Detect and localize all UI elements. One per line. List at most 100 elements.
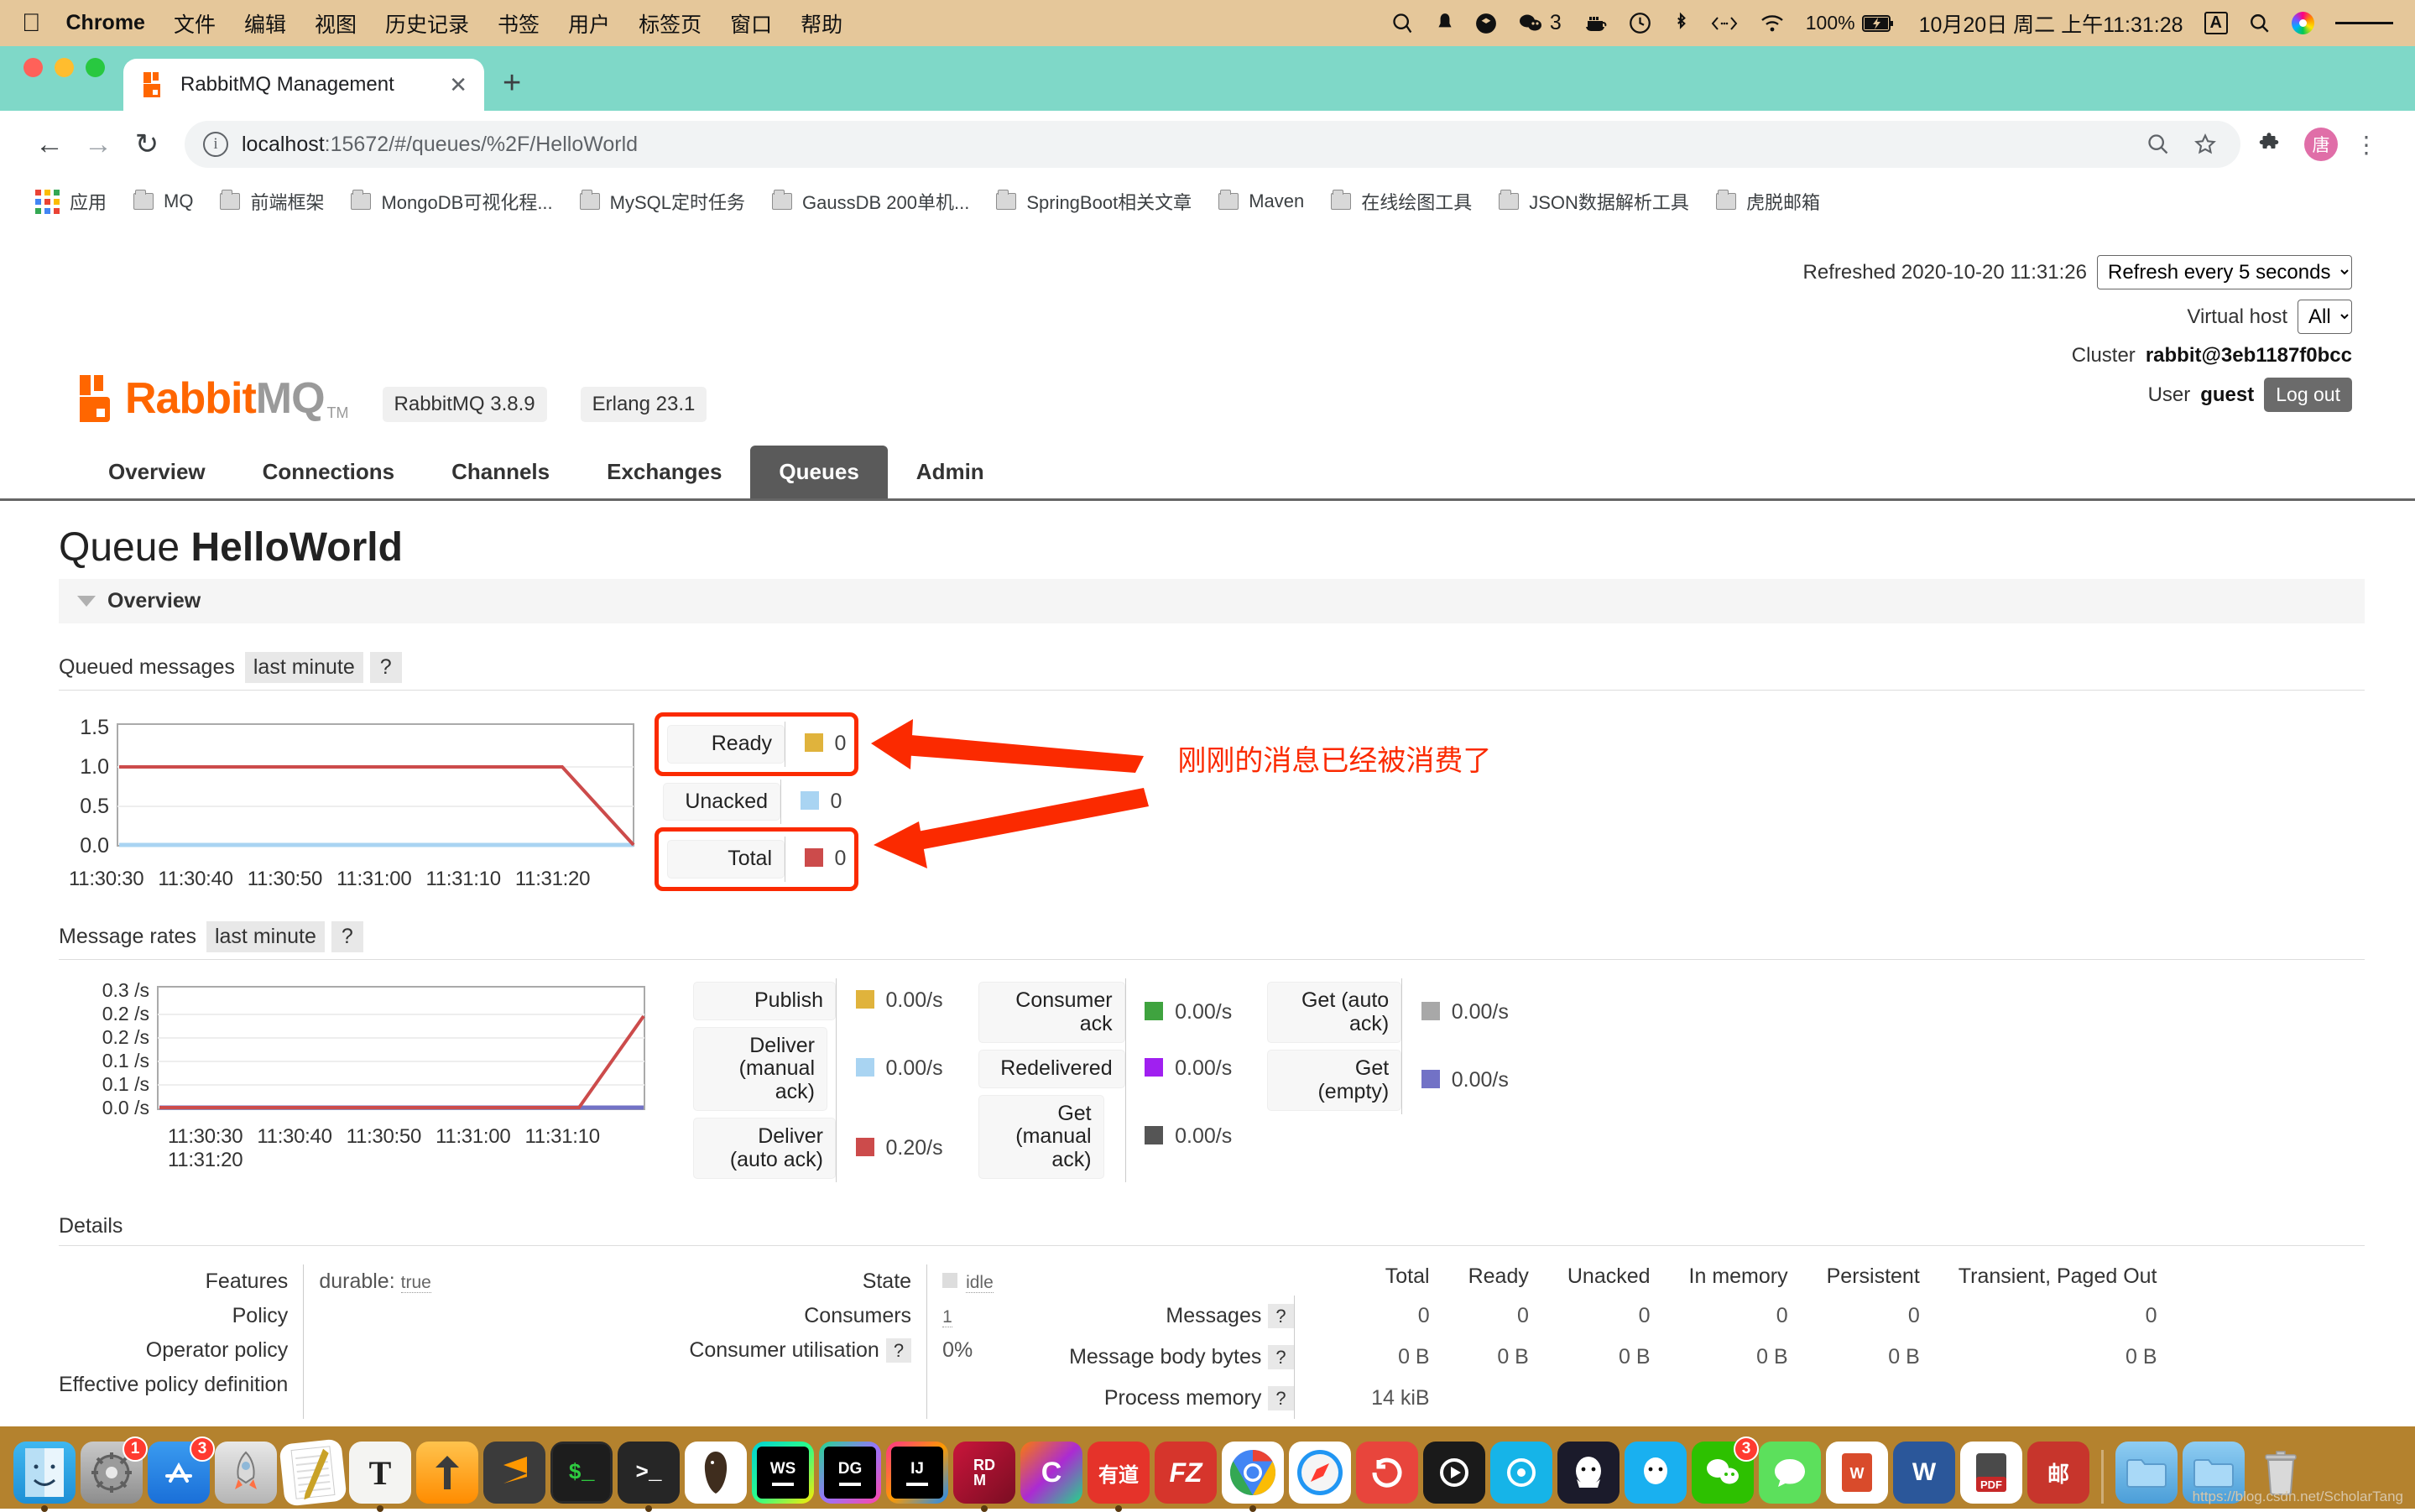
tab-exchanges[interactable]: Exchanges: [578, 446, 750, 498]
avatar[interactable]: 唐: [2304, 128, 2338, 161]
close-icon[interactable]: ✕: [449, 72, 467, 98]
menubar-clock[interactable]: 10月20日 周二 上午11:31:28: [1919, 8, 2183, 39]
rates-period-chip[interactable]: last minute: [206, 921, 325, 952]
legend-row-consumer-ack[interactable]: Consumer ack 0.00/s: [978, 978, 1233, 1046]
messages-help-icon[interactable]: ?: [1268, 1304, 1293, 1328]
menu-item-help[interactable]: 帮助: [801, 8, 842, 39]
process-memory-help-icon[interactable]: ?: [1268, 1386, 1293, 1410]
dock-app-launchpad[interactable]: [215, 1442, 277, 1504]
dock-app-webstorm[interactable]: WS: [752, 1442, 814, 1504]
bookmark-mongodb[interactable]: MongoDB可视化程...: [337, 188, 566, 215]
dock-app-tim[interactable]: [1557, 1442, 1620, 1504]
legend-name-unacked[interactable]: Unacked: [663, 783, 780, 821]
dock-app-dbeaver[interactable]: [685, 1442, 747, 1504]
arrow-right-icon[interactable]: →: [74, 120, 123, 169]
legend-row-total[interactable]: Total 0: [667, 837, 846, 882]
legend-row-get-manual[interactable]: Get (manual ack) 0.00/s: [978, 1092, 1233, 1183]
dock-app-iterm[interactable]: $_: [550, 1442, 613, 1504]
apple-logo-icon[interactable]: : [22, 11, 41, 36]
dock-app-loop[interactable]: [1423, 1442, 1485, 1504]
consumer-utilisation-help-icon[interactable]: ?: [886, 1338, 911, 1363]
browser-tab[interactable]: RabbitMQ Management ✕: [123, 59, 484, 111]
dock-app-app-store[interactable]: 3: [148, 1442, 210, 1504]
minimize-window-button[interactable]: [55, 58, 74, 77]
control-center-icon[interactable]: [2335, 18, 2393, 28]
legend-name-publish[interactable]: Publish: [693, 982, 836, 1020]
bell-icon[interactable]: [1436, 13, 1454, 34]
bookmark-maven[interactable]: Maven: [1205, 190, 1317, 212]
legend-row-deliver-manual[interactable]: Deliver (manual ack) 0.00/s: [693, 1024, 943, 1115]
dock-app-sublime-text[interactable]: [416, 1442, 478, 1504]
legend-row-get-empty[interactable]: Get (empty) 0.00/s: [1267, 1046, 1509, 1114]
dock-app-safari[interactable]: [1289, 1442, 1351, 1504]
bookmark-gaussdb[interactable]: GaussDB 200单机...: [759, 188, 983, 215]
menu-item-history[interactable]: 历史记录: [385, 8, 469, 39]
menu-item-tab[interactable]: 标签页: [639, 8, 702, 39]
tab-admin[interactable]: Admin: [888, 446, 1013, 498]
section-overview-header[interactable]: Overview: [59, 579, 2365, 623]
dock-app-system-preferences[interactable]: 1: [81, 1442, 143, 1504]
wechat-icon[interactable]: [1518, 13, 1543, 34]
legend-name-deliver-auto[interactable]: Deliver (auto ack): [693, 1118, 836, 1179]
dock-app-word[interactable]: W: [1893, 1442, 1955, 1504]
time-machine-icon[interactable]: [1629, 12, 1651, 34]
rabbitmq-logo[interactable]: RabbitMQ TM: [80, 375, 349, 422]
dock-folder-downloads[interactable]: [2115, 1442, 2178, 1504]
wifi-icon[interactable]: [1760, 13, 1785, 34]
body-bytes-help-icon[interactable]: ?: [1268, 1345, 1293, 1369]
menu-item-chrome[interactable]: Chrome: [66, 11, 145, 35]
dock-app-pdf-reader[interactable]: PDF: [1960, 1442, 2022, 1504]
bluetooth-icon[interactable]: [1672, 12, 1689, 35]
bookmark-mq[interactable]: MQ: [120, 190, 206, 212]
menu-item-window[interactable]: 窗口: [730, 8, 772, 39]
bookmark-apps[interactable]: 应用: [22, 188, 120, 215]
maximize-window-button[interactable]: [86, 58, 105, 77]
legend-row-publish[interactable]: Publish 0.00/s: [693, 978, 943, 1024]
dock-app-clion[interactable]: C: [1020, 1442, 1082, 1504]
bookmark-json-tools[interactable]: JSON数据解析工具: [1485, 188, 1703, 215]
info-circle-icon[interactable]: i: [203, 132, 228, 157]
input-source-indicator[interactable]: A: [2204, 12, 2228, 34]
legend-name-get-auto[interactable]: Get (auto ack): [1267, 982, 1401, 1043]
menu-item-profiles[interactable]: 用户: [568, 8, 610, 39]
dropbox-icon[interactable]: [1475, 13, 1497, 34]
dock-app-finder[interactable]: [13, 1442, 76, 1504]
search-circle-icon[interactable]: [1391, 12, 1415, 35]
arrow-left-icon[interactable]: ←: [25, 120, 74, 169]
star-icon[interactable]: [2188, 121, 2222, 168]
legend-name-total[interactable]: Total: [667, 840, 785, 879]
siri-icon[interactable]: [2292, 12, 2314, 34]
dock-app-typora[interactable]: T: [349, 1442, 411, 1504]
legend-row-deliver-auto[interactable]: Deliver (auto ack) 0.20/s: [693, 1114, 943, 1182]
dock-app-netease-music[interactable]: [1490, 1442, 1552, 1504]
menu-item-edit[interactable]: 编辑: [244, 8, 286, 39]
legend-name-get-manual[interactable]: Get (manual ack): [978, 1095, 1104, 1180]
dock-app-wechat[interactable]: 3: [1692, 1442, 1754, 1504]
tab-connections[interactable]: Connections: [234, 446, 423, 498]
legend-row-unacked[interactable]: Unacked 0: [663, 779, 842, 825]
bookmark-mail[interactable]: 虎脱邮箱: [1703, 188, 1833, 215]
legend-row-ready[interactable]: Ready 0: [667, 722, 846, 767]
dock-app-rider[interactable]: RDM: [953, 1442, 1015, 1504]
legend-name-get-empty[interactable]: Get (empty): [1267, 1050, 1401, 1111]
legend-name-consumer-ack[interactable]: Consumer ack: [978, 982, 1125, 1043]
legend-row-redelivered[interactable]: Redelivered 0.00/s: [978, 1046, 1233, 1092]
rates-help-icon[interactable]: ?: [331, 921, 363, 952]
tab-queues[interactable]: Queues: [750, 446, 887, 498]
kebab-menu-icon[interactable]: ⋮: [2343, 121, 2390, 168]
queued-period-chip[interactable]: last minute: [245, 652, 363, 683]
legend-name-redelivered[interactable]: Redelivered: [978, 1050, 1125, 1088]
dock-app-terminal[interactable]: >_: [618, 1442, 680, 1504]
dock-app-qq[interactable]: [1625, 1442, 1687, 1504]
menu-item-bookmarks[interactable]: 书签: [498, 8, 540, 39]
menu-item-view[interactable]: 视图: [315, 8, 357, 39]
bookmark-drawing-tools[interactable]: 在线绘图工具: [1317, 188, 1485, 215]
dock-app-notes[interactable]: [279, 1438, 347, 1506]
refresh-interval-select[interactable]: Refresh every 5 seconds: [2097, 255, 2352, 289]
docker-icon[interactable]: [1583, 13, 1608, 34]
tab-overview[interactable]: Overview: [80, 446, 234, 498]
zoom-search-icon[interactable]: [2141, 121, 2175, 168]
logout-button[interactable]: Log out: [2264, 378, 2352, 412]
legend-name-deliver-manual[interactable]: Deliver (manual ack): [693, 1027, 827, 1112]
legend-name-ready[interactable]: Ready: [667, 725, 785, 764]
